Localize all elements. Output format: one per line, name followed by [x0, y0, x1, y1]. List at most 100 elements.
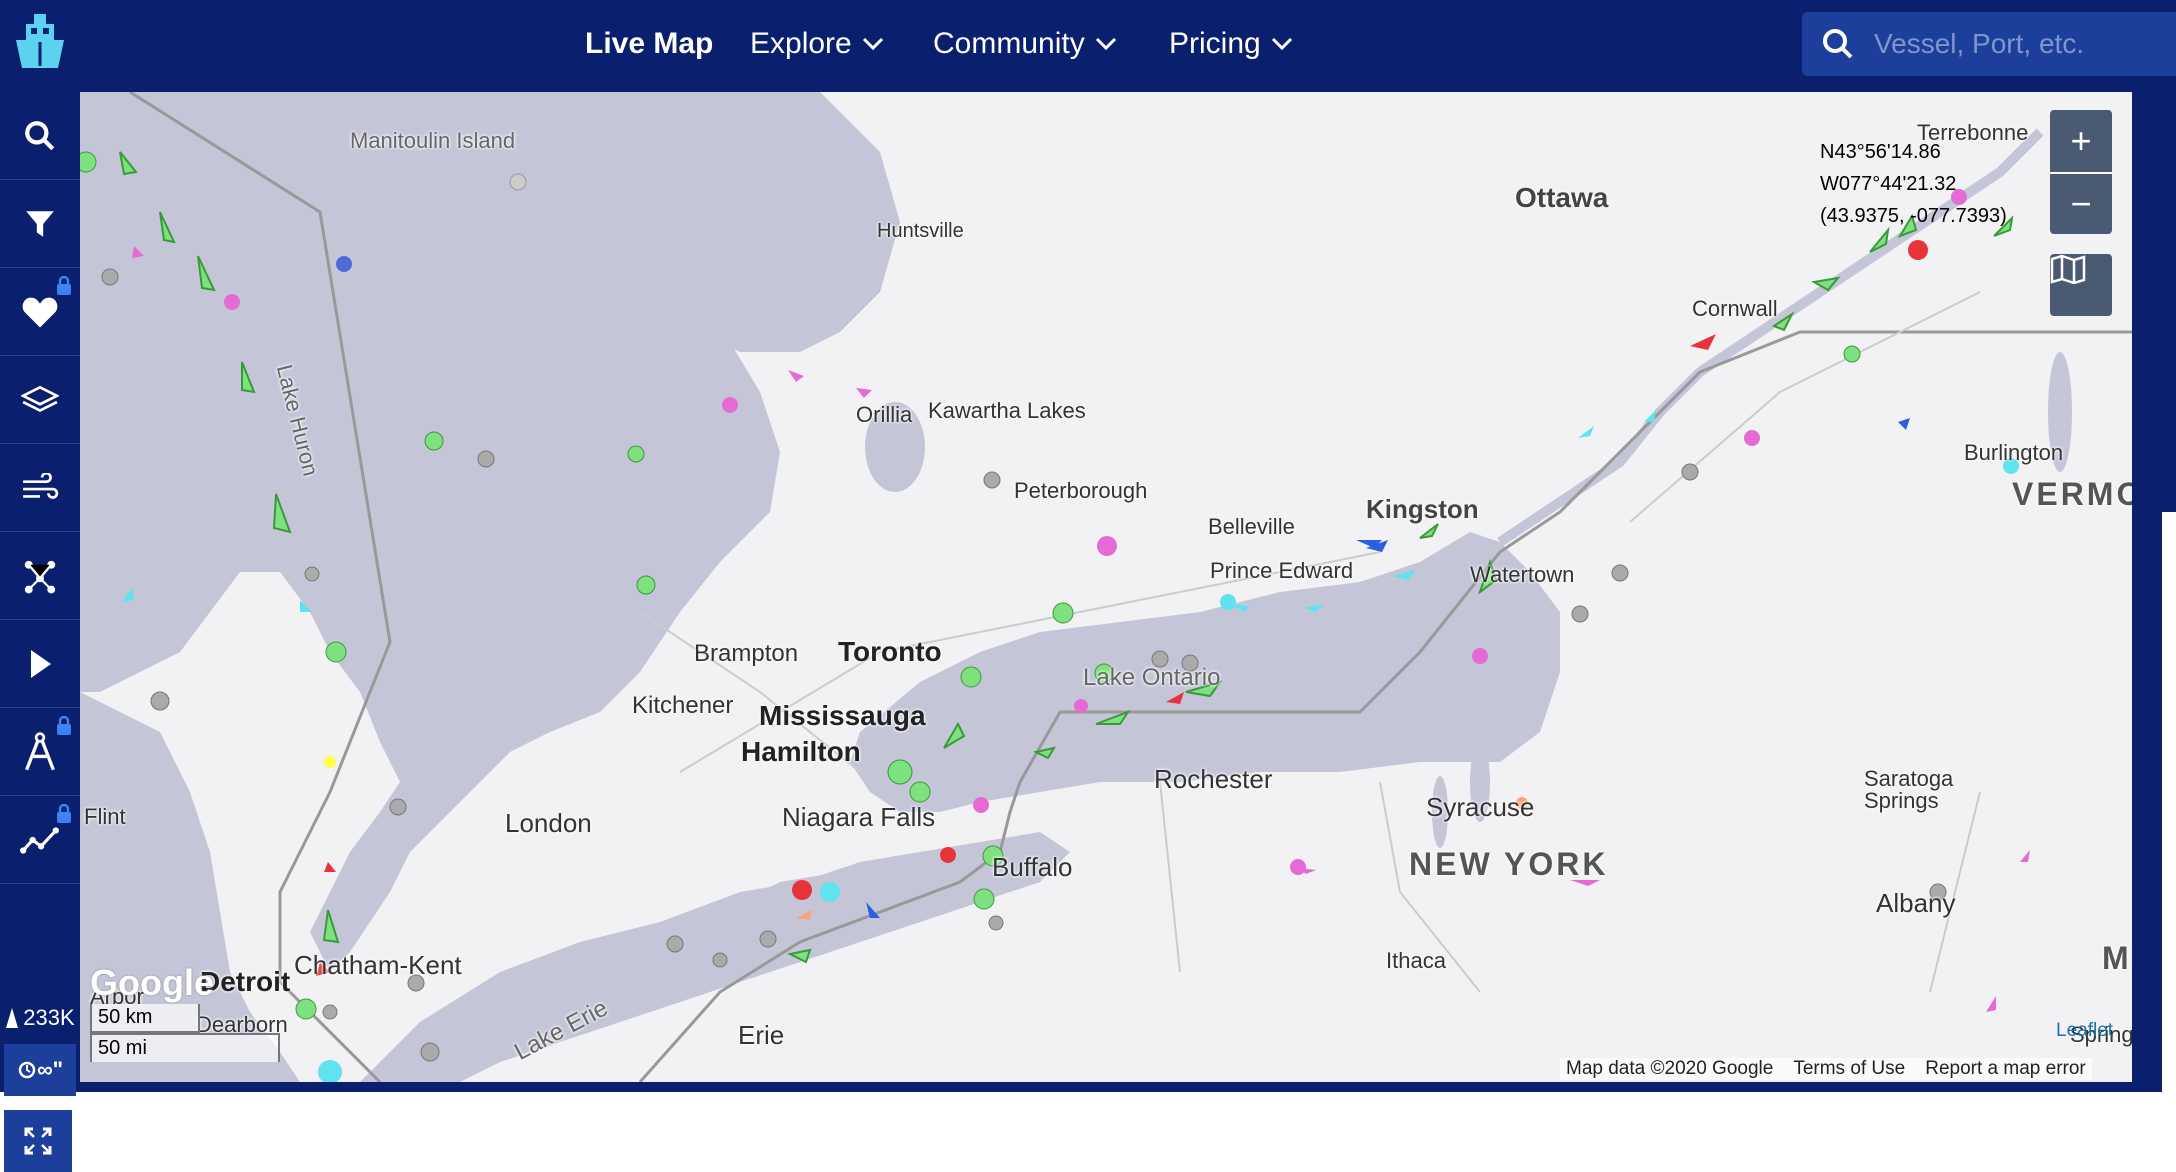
vessel-marker[interactable]	[1571, 605, 1589, 623]
vessel-arrow[interactable]	[866, 902, 880, 918]
search-bar[interactable]	[1802, 12, 2176, 76]
layers-button[interactable]	[0, 356, 80, 444]
vessel-marker[interactable]	[389, 798, 407, 816]
vessel-arrow[interactable]	[1392, 570, 1416, 580]
vessel-arrow[interactable]	[788, 370, 804, 382]
vessel-marker[interactable]	[759, 930, 777, 948]
nav-live-map[interactable]: Live Map	[585, 27, 713, 61]
vessel-marker[interactable]	[792, 880, 812, 900]
vessel-marker[interactable]	[1908, 240, 1928, 260]
vessel-marker[interactable]	[325, 641, 347, 663]
network-button[interactable]	[0, 532, 80, 620]
vessel-arrow[interactable]	[1166, 692, 1184, 704]
vessel-arrow[interactable]	[2020, 850, 2030, 862]
analytics-button[interactable]	[0, 796, 80, 884]
nav-community[interactable]: Community	[933, 27, 1117, 61]
measure-button[interactable]	[0, 708, 80, 796]
vessel-marker[interactable]	[1472, 648, 1488, 664]
vessel-marker[interactable]	[509, 173, 527, 191]
vessel-marker[interactable]	[1074, 699, 1088, 713]
vessel-marker[interactable]	[909, 781, 931, 803]
map-type-button[interactable]	[2050, 254, 2112, 316]
vessel-marker[interactable]	[983, 471, 1001, 489]
vessel-marker[interactable]	[722, 397, 738, 413]
vessel-arrow[interactable]	[324, 862, 336, 872]
vessel-marker[interactable]	[101, 268, 119, 286]
terms-link[interactable]: Terms of Use	[1793, 1058, 1905, 1080]
vessel-marker[interactable]	[988, 915, 1004, 931]
vessel-marker[interactable]	[318, 1060, 342, 1082]
vessel-arrow[interactable]	[1578, 426, 1594, 438]
vessel-marker[interactable]	[666, 935, 684, 953]
vessel-marker[interactable]	[1681, 463, 1699, 481]
vessel-arrow[interactable]	[159, 211, 176, 244]
vessel-marker[interactable]	[712, 952, 728, 968]
vessel-marker[interactable]	[424, 431, 444, 451]
vessel-marker[interactable]	[295, 998, 317, 1020]
vessel-arrow[interactable]	[132, 246, 144, 258]
favorites-button[interactable]	[0, 268, 80, 356]
zoom-out-button[interactable]: −	[2050, 172, 2112, 234]
vessel-marker[interactable]	[636, 575, 656, 595]
zoom-in-button[interactable]: +	[2050, 110, 2112, 172]
vessel-arrow[interactable]	[786, 948, 812, 964]
search-input[interactable]	[1874, 28, 2154, 60]
search-tool-button[interactable]	[0, 92, 80, 180]
vessel-arrow[interactable]	[1033, 746, 1057, 760]
vessel-marker[interactable]	[960, 666, 982, 688]
nav-pricing[interactable]: Pricing	[1169, 27, 1293, 61]
vessel-marker[interactable]	[1843, 345, 1861, 363]
vessel-arrow[interactable]	[1095, 709, 1131, 725]
vessel-marker[interactable]	[150, 691, 170, 711]
vessel-arrow[interactable]	[796, 910, 812, 920]
vessel-marker[interactable]	[80, 151, 97, 173]
filter-button[interactable]	[0, 180, 80, 268]
vessel-arrow[interactable]	[1898, 418, 1910, 430]
vessel-marker[interactable]	[322, 1004, 338, 1020]
vessel-marker[interactable]	[224, 294, 240, 310]
vessel-marker[interactable]	[1052, 602, 1074, 624]
vessel-marker[interactable]	[940, 847, 956, 863]
vessel-marker[interactable]	[820, 882, 840, 902]
nav-explore[interactable]: Explore	[750, 27, 884, 61]
weather-button[interactable]	[0, 444, 80, 532]
ship-arrows[interactable]	[119, 151, 2030, 1012]
time-filter-button[interactable]: ∞"	[4, 1044, 76, 1096]
vessel-marker[interactable]	[887, 759, 913, 785]
vessel-marker[interactable]	[477, 450, 495, 468]
vessel-arrow[interactable]	[1811, 276, 1841, 292]
vessel-marker[interactable]	[336, 256, 352, 272]
vessel-arrow[interactable]	[1304, 604, 1324, 612]
vessel-marker[interactable]	[1097, 536, 1117, 556]
vessel-arrow[interactable]	[1644, 410, 1656, 422]
vessel-arrow[interactable]	[300, 600, 312, 612]
vessel-marker[interactable]	[1220, 594, 1236, 610]
vessel-arrow[interactable]	[322, 909, 340, 944]
vessel-arrow[interactable]	[122, 588, 134, 602]
playback-button[interactable]	[0, 620, 80, 708]
vessel-arrow[interactable]	[943, 721, 966, 749]
vessel-arrow[interactable]	[197, 255, 216, 292]
vessel-arrow[interactable]	[119, 151, 138, 176]
vessel-marker[interactable]	[1744, 430, 1760, 446]
vessel-arrow[interactable]	[272, 493, 292, 534]
vessel-arrow[interactable]	[1690, 334, 1716, 350]
vessel-arrow[interactable]	[856, 388, 872, 398]
vessel-arrow[interactable]	[241, 361, 256, 394]
vessel-marker[interactable]	[324, 756, 336, 768]
vessel-marker[interactable]	[627, 445, 645, 463]
map-canvas[interactable]: Manitoulin Island Lake Huron Huntsville …	[80, 92, 2132, 1082]
fullscreen-button[interactable]	[4, 1110, 72, 1172]
vessel-marker[interactable]	[973, 797, 989, 813]
leaflet-link[interactable]: Leaflet	[2056, 1020, 2113, 1042]
vessel-marker[interactable]	[973, 888, 995, 910]
vessel-markers[interactable]	[80, 92, 2019, 1082]
vessel-marker[interactable]	[1290, 859, 1306, 875]
report-error-link[interactable]: Report a map error	[1925, 1058, 2086, 1080]
marinetraffic-logo-icon[interactable]	[6, 10, 74, 78]
vessel-marker[interactable]	[420, 1042, 440, 1062]
vessel-marker[interactable]	[1611, 564, 1629, 582]
vessel-arrow[interactable]	[1986, 996, 1996, 1012]
vessel-arrow[interactable]	[1419, 523, 1439, 539]
vessel-marker[interactable]	[304, 566, 320, 582]
